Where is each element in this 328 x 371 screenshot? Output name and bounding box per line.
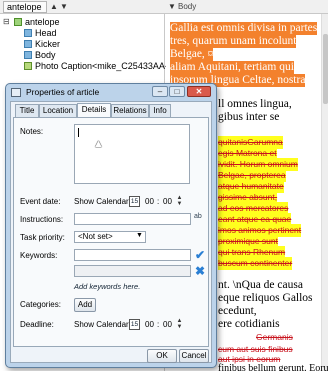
- tree-root-label: antelope: [25, 17, 60, 27]
- event-date-value[interactable]: Show Calendar: [74, 197, 129, 207]
- body-line: ecedunt,: [218, 305, 257, 317]
- keywords-list[interactable]: [74, 265, 191, 277]
- notes-textarea[interactable]: [74, 124, 190, 184]
- spinner-icon[interactable]: ▲ ▼: [176, 195, 183, 207]
- down-arrow-icon[interactable]: ▼: [60, 1, 68, 13]
- up-arrow-icon[interactable]: ▲: [50, 1, 58, 13]
- tree-item-kicker[interactable]: Kicker: [24, 39, 60, 49]
- body-line: Belgae, ¤: [170, 48, 214, 61]
- tab-info[interactable]: Info: [149, 104, 171, 117]
- tab-title[interactable]: Title: [15, 104, 39, 117]
- time-separator: :: [157, 197, 160, 206]
- tree-item-body[interactable]: Body: [24, 50, 56, 60]
- instructions-input[interactable]: [74, 213, 191, 225]
- spellcheck-icon[interactable]: ab: [194, 213, 202, 220]
- tab-relations[interactable]: Relations: [111, 104, 149, 117]
- body-line: eque reliquos Gallos: [218, 292, 313, 304]
- deadline-minute[interactable]: 00: [163, 320, 172, 330]
- body-line: nt. \nQua de causa: [218, 279, 303, 291]
- calendar-icon[interactable]: 15: [129, 196, 140, 207]
- confirm-check-icon[interactable]: ✔: [195, 249, 205, 261]
- keywords-input[interactable]: [74, 249, 191, 261]
- remove-x-icon[interactable]: ✖: [195, 265, 205, 277]
- document-icon: [24, 51, 32, 59]
- window-icon: [11, 88, 21, 97]
- document-icon: [24, 40, 32, 48]
- keywords-hint: Add keywords here.: [74, 282, 141, 291]
- keywords-label: Keywords:: [20, 251, 58, 260]
- body-line: tres, quarum unam incolunt: [170, 35, 297, 48]
- event-hour[interactable]: 00: [145, 197, 154, 207]
- article-dropdown[interactable]: antelope: [3, 1, 47, 13]
- vertical-scrollbar[interactable]: [321, 14, 328, 371]
- tree-item-label: Head: [35, 28, 57, 38]
- calendar-icon[interactable]: 15: [129, 319, 140, 330]
- deadline-value[interactable]: Show Calendar: [74, 320, 129, 330]
- tab-strip: Title Location Details Relations Info: [11, 103, 211, 118]
- dialog-content: Title Location Details Relations Info No…: [10, 101, 212, 363]
- tab-details[interactable]: Details: [77, 103, 111, 118]
- folder-icon: [14, 18, 22, 26]
- tree-item-head[interactable]: Head: [24, 28, 57, 38]
- body-line: ll omnes lingua,: [218, 98, 292, 110]
- instructions-label: Instructions:: [20, 215, 64, 224]
- tree-item-label: Photo Caption<mike_C25433AA-41: [35, 61, 178, 71]
- properties-dialog: Properties of article – □ ✕ Title Locati…: [5, 83, 217, 368]
- navigator-toolbar: antelope ▲ ▼ ▼ Body: [0, 0, 328, 14]
- task-priority-label: Task priority:: [20, 233, 65, 242]
- body-line: aliam Aquitani, tertiam qui: [170, 61, 294, 74]
- cancel-button[interactable]: Cancel: [179, 349, 209, 363]
- collapse-toggle-icon[interactable]: ⊟: [3, 17, 10, 27]
- body-line: ere cotidianis: [218, 318, 280, 330]
- body-line: gibus inter se: [218, 111, 280, 123]
- chevron-down-icon[interactable]: ▼: [136, 232, 143, 239]
- body-line: buscum continenter: [218, 257, 293, 270]
- maximize-button[interactable]: □: [169, 86, 185, 97]
- spinner-icon[interactable]: ▲ ▼: [176, 318, 183, 330]
- minimize-button[interactable]: –: [152, 86, 168, 97]
- notes-label: Notes:: [20, 127, 44, 136]
- event-minute[interactable]: 00: [163, 197, 172, 207]
- time-separator: :: [157, 320, 160, 329]
- scroll-thumb[interactable]: [323, 34, 328, 104]
- body-line: finibus bellum gerunt. Eorum: [218, 363, 328, 371]
- dialog-title: Properties of article: [26, 87, 100, 97]
- collapse-icon[interactable]: ▼: [168, 1, 176, 13]
- tree-item-label: Body: [35, 50, 56, 60]
- tree-item-photo-caption[interactable]: Photo Caption<mike_C25433AA-41: [24, 61, 178, 71]
- details-panel: Notes: Event date: Show Calendar 15 00 :…: [13, 117, 209, 347]
- text-cursor: [78, 128, 79, 137]
- body-header-label: Body: [178, 2, 197, 11]
- add-category-button[interactable]: Add: [74, 298, 96, 312]
- image-icon: [24, 62, 32, 70]
- tab-location[interactable]: Location: [39, 104, 77, 117]
- categories-label: Categories:: [20, 300, 61, 309]
- deadline-hour[interactable]: 00: [145, 320, 154, 330]
- tree-item-label: Kicker: [35, 39, 61, 49]
- event-date-label: Event date:: [20, 197, 61, 206]
- document-icon: [24, 29, 32, 37]
- tree-root[interactable]: antelope: [14, 17, 60, 27]
- deadline-label: Deadline:: [20, 320, 54, 329]
- body-line: Gallia est omnis divisa in partes: [170, 22, 318, 35]
- mouse-pointer-icon: ▲: [93, 138, 104, 150]
- close-button[interactable]: ✕: [187, 86, 211, 97]
- ok-button[interactable]: OK: [147, 349, 177, 363]
